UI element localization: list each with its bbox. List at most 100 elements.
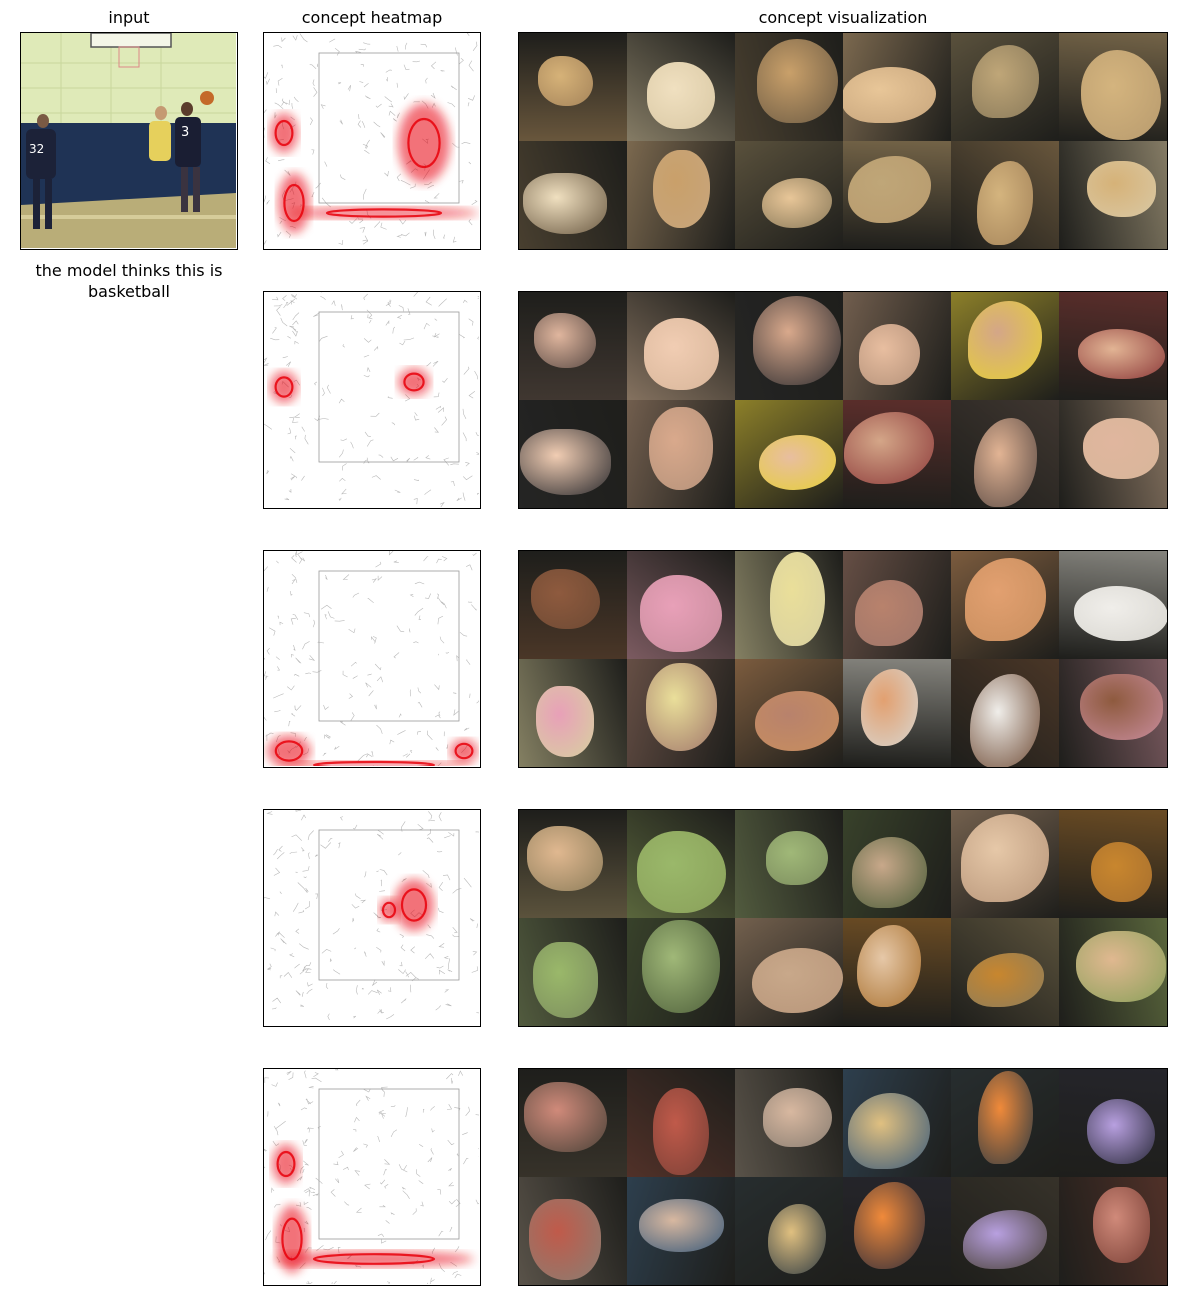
concept-example-image <box>519 141 627 249</box>
concept-example-image <box>627 551 735 659</box>
concept-region <box>756 39 838 123</box>
concept-example-image <box>951 33 1059 141</box>
concept-example-image <box>843 33 951 141</box>
concept-example-image <box>1059 292 1167 400</box>
svg-text:32: 32 <box>29 142 44 156</box>
concept-example-image <box>1059 33 1167 141</box>
concept-region <box>1077 329 1165 379</box>
concept-example-image <box>519 292 627 400</box>
concept-example-image <box>735 1069 843 1177</box>
concept-example-image <box>627 141 735 249</box>
concept-region <box>1086 161 1156 217</box>
concept-region <box>649 406 713 490</box>
concept-region <box>1076 930 1166 1002</box>
heatmap-activation <box>270 371 298 403</box>
concept-example-image <box>843 292 951 400</box>
heatmap-canvas <box>264 551 479 766</box>
concept-example-image <box>627 659 735 767</box>
concept-region <box>523 172 607 234</box>
concept-example-image <box>843 1069 951 1177</box>
concept-visualization-grid <box>518 32 1168 250</box>
concept-example-image <box>519 400 627 508</box>
concept-region <box>638 1198 724 1252</box>
concept-example-image <box>843 400 951 508</box>
concept-example-image <box>843 659 951 767</box>
concept-example-image <box>519 918 627 1026</box>
concept-example-image <box>951 918 1059 1026</box>
concept-example-image <box>627 292 735 400</box>
concept-example-image <box>951 1069 1059 1177</box>
concept-example-image <box>1059 810 1167 918</box>
concept-example-image <box>951 400 1059 508</box>
concept-example-image <box>735 810 843 918</box>
concept-example-image <box>735 918 843 1026</box>
concept-region <box>753 295 841 385</box>
concept-example-image <box>1059 918 1167 1026</box>
concept-visualization-grid <box>518 550 1168 768</box>
concept-example-image <box>519 551 627 659</box>
concept-example-image <box>843 551 951 659</box>
concept-example-image <box>627 400 735 508</box>
concept-region <box>519 429 611 495</box>
heatmap-activation <box>270 113 298 153</box>
concept-example-image <box>1059 400 1167 508</box>
concept-example-image <box>519 1177 627 1285</box>
heatmap-canvas <box>264 292 479 507</box>
concept-example-image <box>843 918 951 1026</box>
concept-region <box>1092 1187 1150 1263</box>
heatmap-activation <box>278 173 310 233</box>
heatmap-canvas <box>264 33 479 245</box>
concept-region <box>537 56 593 106</box>
input-image: 32 3 <box>20 32 238 250</box>
concept-visualization-grid <box>518 809 1168 1027</box>
heatmap-column-title: concept heatmap <box>301 8 443 27</box>
heatmap-activation <box>272 1144 300 1184</box>
concept-example-image <box>1059 1069 1167 1177</box>
concept-example-image <box>951 659 1059 767</box>
concept-example-image <box>1059 141 1167 249</box>
model-prediction: the model thinks this is basketball <box>35 261 223 301</box>
concept-example-image <box>519 1069 627 1177</box>
concept-example-image <box>627 1069 735 1177</box>
heatmap-canvas <box>264 810 479 1021</box>
concept-example-image <box>1059 551 1167 659</box>
concept-region <box>642 919 720 1013</box>
concept-example-image <box>843 141 951 249</box>
visualization-column-title: concept visualization <box>758 8 928 27</box>
concept-example-image <box>627 33 735 141</box>
concept-example-image <box>1059 659 1167 767</box>
concept-region <box>643 318 719 390</box>
concept-example-image <box>735 33 843 141</box>
svg-text:3: 3 <box>181 125 189 140</box>
concept-example-image <box>951 551 1059 659</box>
concept-example-image <box>627 918 735 1026</box>
heatmap-activation <box>450 739 478 763</box>
concept-example-image <box>951 292 1059 400</box>
heatmap-activation <box>398 368 430 396</box>
concept-example-image <box>735 292 843 400</box>
concept-region <box>1083 417 1159 479</box>
concept-region <box>536 685 594 757</box>
concept-heatmap <box>263 32 481 250</box>
input-column-title: input <box>108 8 150 27</box>
concept-example-image <box>735 659 843 767</box>
concept-example-image <box>519 659 627 767</box>
concept-region <box>652 150 710 228</box>
concept-example-image <box>951 810 1059 918</box>
concept-example-image <box>735 400 843 508</box>
concept-example-image <box>627 1177 735 1285</box>
concept-example-image <box>519 810 627 918</box>
concept-region <box>762 1087 832 1147</box>
heatmap-activation <box>398 103 450 183</box>
concept-region <box>1079 674 1163 740</box>
concept-example-image <box>1059 1177 1167 1285</box>
concept-example-image <box>843 1177 951 1285</box>
concept-region <box>530 569 600 629</box>
concept-example-image <box>951 141 1059 249</box>
concept-heatmap <box>263 291 481 509</box>
concept-heatmap <box>263 809 481 1027</box>
concept-region <box>851 836 927 908</box>
concept-region <box>766 831 828 885</box>
concept-example-image <box>951 1177 1059 1285</box>
concept-example-image <box>627 810 735 918</box>
